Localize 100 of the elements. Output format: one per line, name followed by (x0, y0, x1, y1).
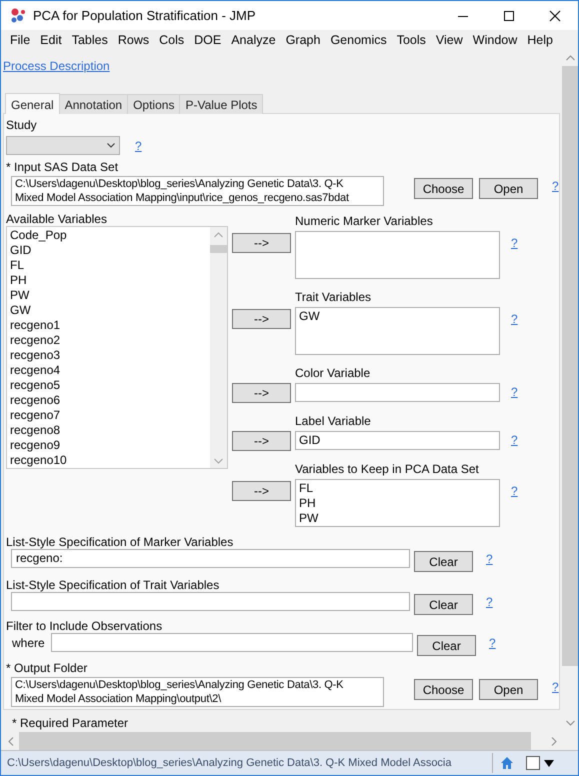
menu-item[interactable]: Edit (35, 33, 67, 47)
field-label: Numeric Marker Variables (295, 214, 434, 228)
path-field[interactable]: C:\Users\dagenu\Desktop\blog_series\Analyzing Genetic Data\3. Q-K Mixed Model Association Mapping\output\2\ (11, 677, 384, 707)
list-item[interactable]: PH (10, 273, 207, 288)
field-label: List-Style Specification of Marker Variables (6, 535, 234, 549)
list-item[interactable]: recgeno7 (10, 408, 207, 423)
target-list[interactable] (295, 231, 500, 279)
list-item[interactable]: recgeno8 (10, 423, 207, 438)
move-button[interactable]: --> (232, 431, 291, 451)
scroll-right-icon (551, 736, 557, 746)
move-button[interactable]: --> (232, 233, 291, 253)
menu-item[interactable]: Cols (154, 33, 190, 47)
list-item[interactable]: PH (299, 496, 496, 511)
target-list[interactable]: GW (295, 307, 500, 355)
tab[interactable]: Annotation (58, 94, 128, 114)
clear-button[interactable]: Clear (417, 635, 476, 656)
help-link[interactable]: ? (511, 312, 518, 326)
maximize-icon[interactable] (503, 10, 515, 22)
menu-item[interactable]: DOE (189, 33, 226, 47)
list-item[interactable]: GW (299, 309, 496, 324)
help-link[interactable]: ? (489, 636, 496, 650)
menu-item[interactable]: Tables (66, 33, 113, 47)
help-link[interactable]: ? (552, 179, 559, 193)
text-field[interactable] (51, 633, 413, 652)
field-label: Filter to Include Observations (6, 619, 164, 633)
path-field[interactable]: C:\Users\dagenu\Desktop\blog_series\Analyzing Genetic Data\3. Q-K Mixed Model Association Mapping\input\rice_genos_recgeno.sas7bdat (11, 176, 384, 206)
dialog-button[interactable]: Open (479, 679, 538, 700)
menu-item[interactable]: Window (468, 33, 522, 47)
clear-button[interactable]: Clear (414, 594, 473, 615)
help-link[interactable]: ? (511, 484, 518, 498)
help-link[interactable]: ? (135, 139, 142, 153)
menu-item[interactable]: Rows (112, 33, 154, 47)
tab[interactable]: General (5, 93, 60, 114)
list-item[interactable]: recgeno1 (10, 318, 207, 333)
text-field[interactable] (11, 592, 410, 611)
list-item[interactable]: recgeno2 (10, 333, 207, 348)
list-item[interactable]: PW (10, 288, 207, 303)
list-item[interactable]: recgeno3 (10, 348, 207, 363)
text-field[interactable] (295, 383, 500, 402)
menu-item[interactable]: Tools (392, 33, 431, 47)
list-item[interactable]: GW (10, 303, 207, 318)
dialog-button[interactable]: Choose (414, 679, 473, 700)
menu-item[interactable]: Analyze (226, 33, 281, 47)
menu-item[interactable]: Graph (280, 33, 326, 47)
list-item[interactable]: Code_Pop (10, 228, 207, 243)
tab[interactable]: P-Value Plots (179, 94, 264, 114)
required-note: * Required Parameter (12, 716, 130, 730)
scroll-down-icon (214, 458, 223, 464)
menu-item[interactable]: Genomics (325, 33, 392, 47)
field-label: Trait Variables (295, 290, 372, 304)
menu-item[interactable]: View (430, 33, 468, 47)
list-scrollbar[interactable] (210, 227, 227, 468)
dialog-button[interactable]: Choose (414, 178, 473, 199)
list-item[interactable]: recgeno9 (10, 438, 207, 453)
move-button[interactable]: --> (232, 309, 291, 329)
tab[interactable]: Options (127, 94, 180, 114)
clear-button[interactable]: Clear (414, 551, 473, 572)
field-label: List-Style Specification of Trait Variables (6, 578, 220, 592)
help-link[interactable]: ? (511, 433, 518, 447)
help-link[interactable]: ? (486, 552, 493, 566)
process-description-link[interactable]: Process Description (3, 59, 110, 73)
scroll-left-icon (8, 736, 14, 746)
dialog-button[interactable]: Open (479, 178, 538, 199)
scroll-down-icon (566, 720, 574, 726)
target-list[interactable]: FL PH PW (295, 479, 500, 527)
window-icon[interactable] (526, 756, 540, 770)
help-link[interactable]: ? (552, 680, 559, 694)
list-item[interactable]: PW (299, 511, 496, 526)
chevron-down-icon (107, 143, 115, 148)
help-link[interactable]: ? (486, 595, 493, 609)
field-label: Available Variables (6, 212, 108, 226)
list-item[interactable]: recgeno6 (10, 393, 207, 408)
help-link[interactable]: ? (511, 385, 518, 399)
list-item[interactable]: recgeno10 (10, 453, 207, 468)
move-button[interactable]: --> (232, 481, 291, 501)
window-title: PCA for Population Stratification - JMP (33, 8, 257, 23)
help-link[interactable]: ? (511, 236, 518, 250)
field-label: Variables to Keep in PCA Data Set (295, 462, 480, 476)
dropdown-icon[interactable] (544, 760, 554, 766)
move-button[interactable]: --> (232, 383, 291, 403)
field-label: * Input SAS Data Set (6, 160, 120, 174)
field-label: Color Variable (295, 366, 372, 380)
scroll-up-icon (566, 55, 574, 61)
field-label: Study (6, 118, 38, 132)
variable-list[interactable]: Code_Pop GID FL PH PW GW recgeno1 recgeno2 recgeno3 recgeno4 recgeno5 recgeno6 recgeno7 recgeno8 recgeno9 recgeno10 (6, 226, 228, 469)
list-item[interactable]: recgeno5 (10, 378, 207, 393)
menu-item[interactable]: Help (522, 33, 558, 47)
close-icon[interactable] (549, 10, 561, 22)
text-field[interactable]: recgeno: (11, 549, 410, 568)
list-item[interactable]: GID (10, 243, 207, 258)
list-item[interactable]: FL (10, 258, 207, 273)
scroll-thumb[interactable] (210, 245, 227, 253)
home-icon[interactable] (500, 756, 514, 770)
where-label: where (12, 636, 46, 650)
study-dropdown[interactable] (6, 136, 120, 155)
menu-item[interactable]: File (5, 33, 36, 47)
list-item[interactable]: FL (299, 481, 496, 496)
field-label: Label Variable (295, 414, 372, 428)
text-field[interactable]: GID (295, 431, 500, 450)
list-item[interactable]: recgeno4 (10, 363, 207, 378)
